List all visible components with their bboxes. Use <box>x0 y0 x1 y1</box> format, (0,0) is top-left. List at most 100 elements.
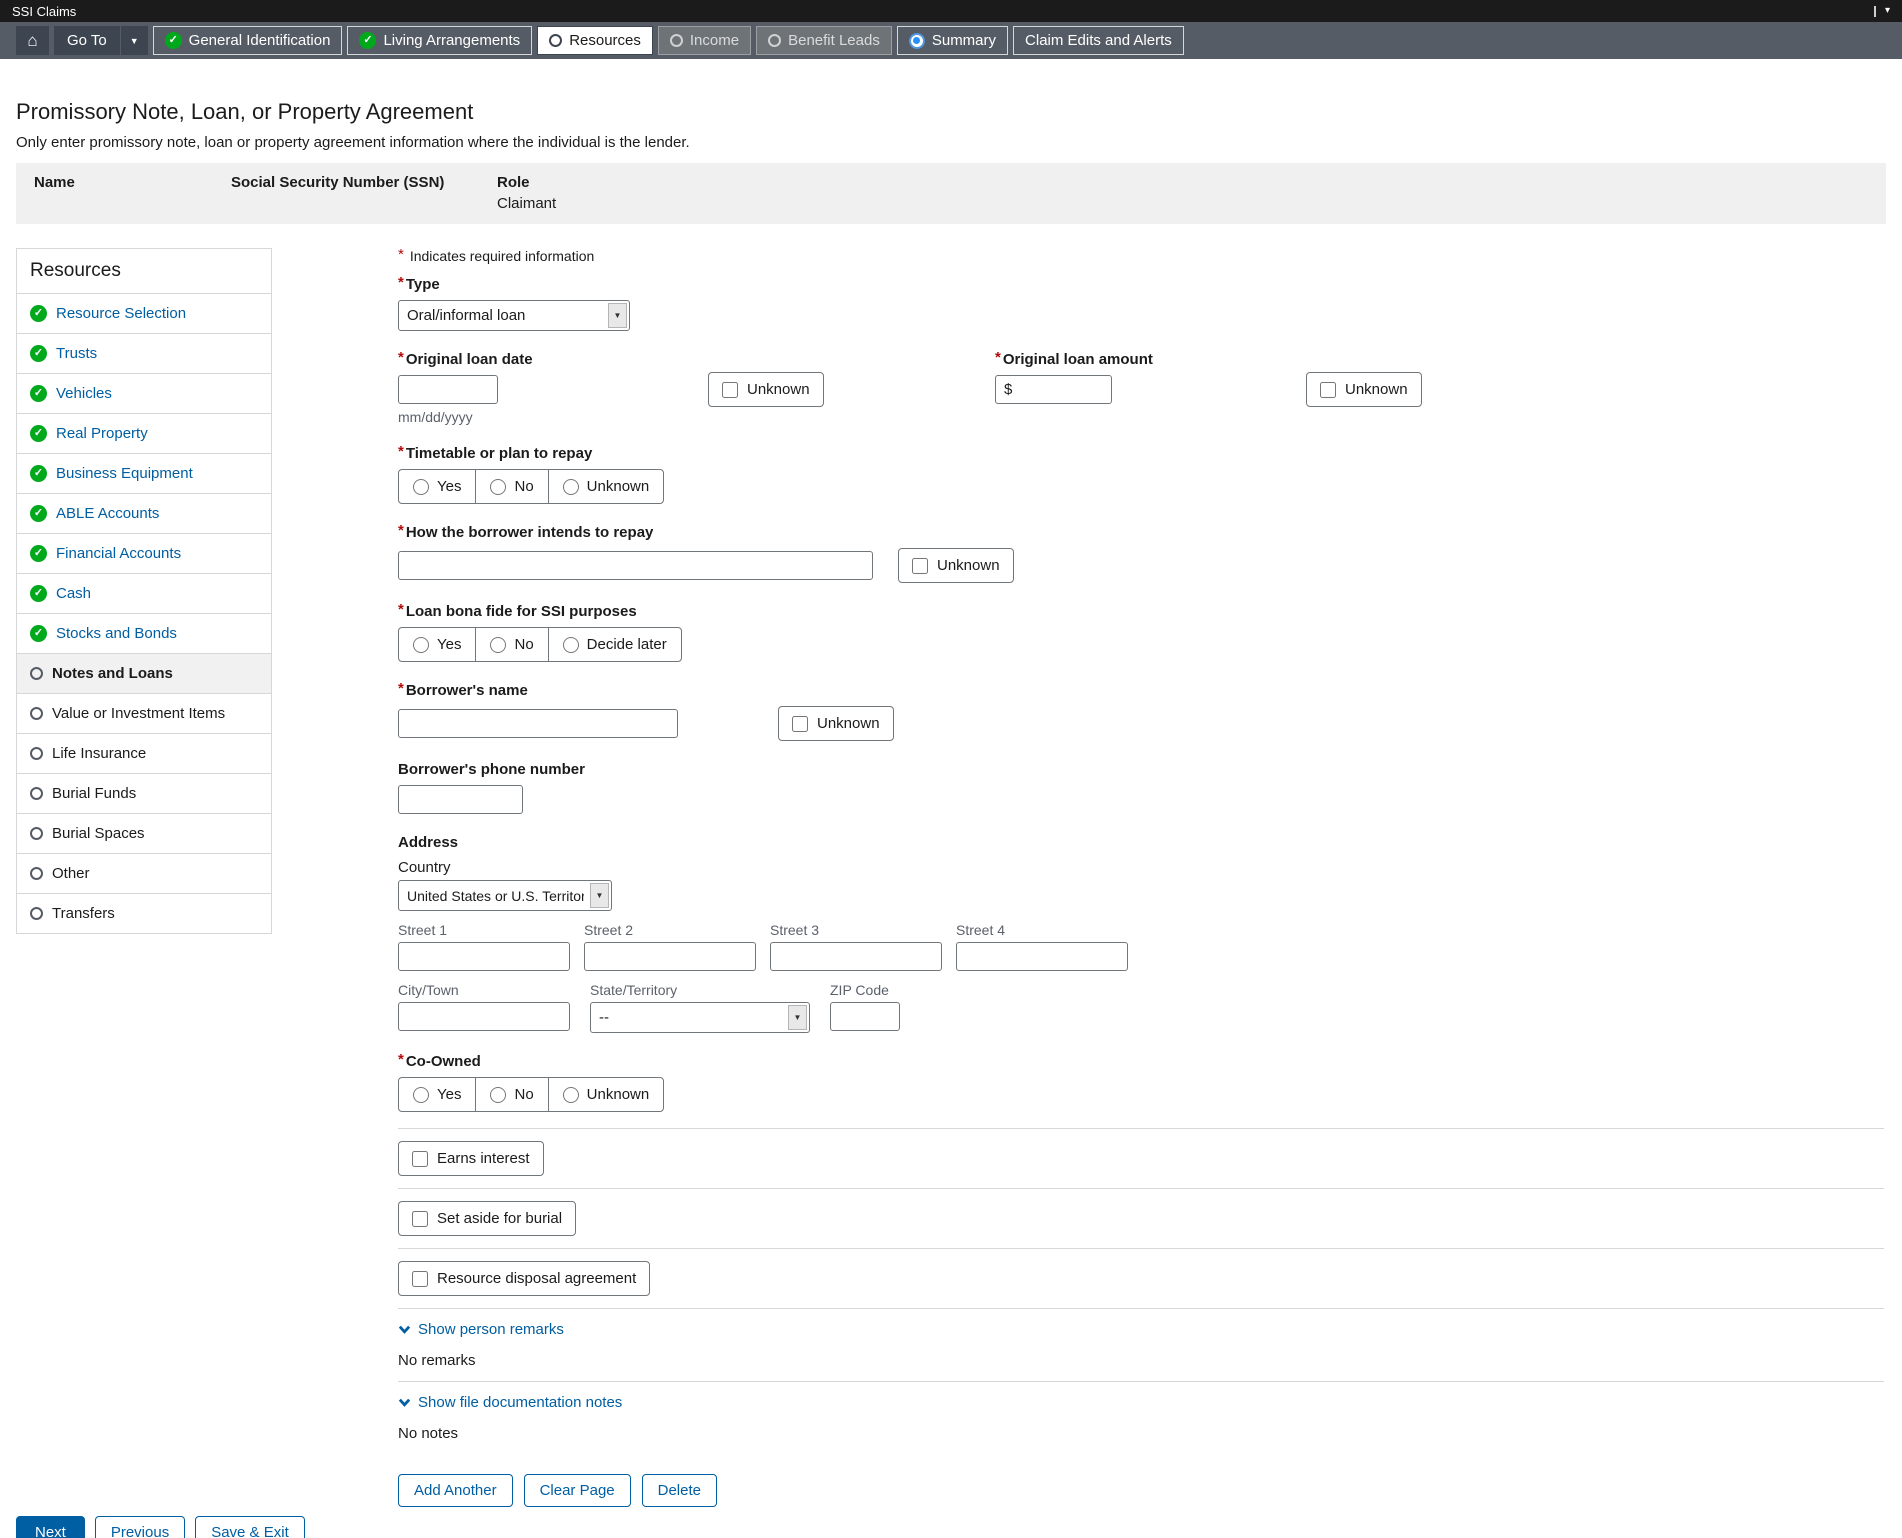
loan-amount-unknown-input[interactable] <box>1320 381 1336 398</box>
tab-claim-edits-and-alerts[interactable]: Claim Edits and Alerts <box>1013 26 1184 55</box>
tab-summary[interactable]: Summary <box>896 26 1009 55</box>
sidebar-item-cash[interactable]: ✓ Cash <box>17 573 271 613</box>
co-owned-yes-radio[interactable] <box>413 1086 429 1103</box>
previous-button[interactable]: Previous <box>94 1516 186 1538</box>
borrower-name-label: * Borrower's name <box>398 680 528 699</box>
timetable-no-radio[interactable] <box>490 478 507 495</box>
city-state-zip-row: City/Town State/Territory -- ▼ ZIP Code <box>398 982 1884 1033</box>
timetable-yes-option[interactable]: Yes <box>399 470 475 503</box>
file-notes-section: Show file documentation notes No notes <box>398 1381 1884 1454</box>
repay-unknown-input[interactable] <box>912 557 928 574</box>
show-person-remarks-toggle[interactable]: Show person remarks <box>398 1321 564 1338</box>
sidebar-item-stocks-and-bonds[interactable]: ✓ Stocks and Bonds <box>17 613 271 653</box>
earns-interest-checkbox[interactable]: Earns interest <box>398 1141 544 1176</box>
street-3-field: Street 3 <box>770 922 942 971</box>
street-1-input[interactable] <box>398 942 570 971</box>
timetable-unknown-radio[interactable] <box>562 478 579 495</box>
menu-caret-icon[interactable]: ▾ <box>1885 6 1890 16</box>
co-owned-no-option[interactable]: No <box>475 1078 547 1111</box>
timetable-no-option[interactable]: No <box>475 470 547 503</box>
state-select[interactable]: -- <box>591 1003 809 1032</box>
sidebar-item-real-property[interactable]: ✓ Real Property <box>17 413 271 453</box>
country-select[interactable]: United States or U.S. Territory <box>399 881 611 910</box>
sidebar-item-financial-accounts[interactable]: ✓ Financial Accounts <box>17 533 271 573</box>
earns-interest-input[interactable] <box>412 1150 428 1167</box>
sidebar-item-notes-and-loans[interactable]: Notes and Loans <box>17 653 271 693</box>
tab-label: General Identification <box>188 32 331 49</box>
repay-method-input[interactable] <box>398 551 873 580</box>
sidebar-item-business-equipment[interactable]: ✓ Business Equipment <box>17 453 271 493</box>
person-role-column: Role Claimant <box>497 174 556 212</box>
co-owned-unknown-option[interactable]: Unknown <box>547 1078 664 1111</box>
co-owned-no-radio[interactable] <box>490 1086 507 1103</box>
co-owned-yes-option[interactable]: Yes <box>399 1078 475 1111</box>
borrower-name-unknown-input[interactable] <box>792 715 808 732</box>
original-loan-amount-input[interactable] <box>1017 381 1103 398</box>
bona-fide-yes-radio[interactable] <box>413 636 429 653</box>
check-icon: ✓ <box>30 385 47 402</box>
co-owned-label: * Co-Owned <box>398 1051 481 1070</box>
required-asterisk: * <box>398 680 404 697</box>
circle-icon <box>30 787 43 800</box>
type-select[interactable]: Oral/informal loan <box>399 301 629 330</box>
bona-fide-yes-option[interactable]: Yes <box>399 628 475 661</box>
street-4-input[interactable] <box>956 942 1128 971</box>
borrower-name-unknown-checkbox[interactable]: Unknown <box>778 706 894 741</box>
sidebar-item-resource-selection[interactable]: ✓ Resource Selection <box>17 293 271 333</box>
timetable-unknown-option[interactable]: Unknown <box>547 470 664 503</box>
resources-sidebar: Resources ✓ Resource Selection ✓ Trusts … <box>16 248 272 934</box>
add-another-button[interactable]: Add Another <box>398 1474 513 1507</box>
loan-date-unknown-input[interactable] <box>722 381 738 398</box>
set-aside-burial-checkbox[interactable]: Set aside for burial <box>398 1201 577 1236</box>
type-field: * Type Oral/informal loan ▼ <box>398 275 1884 331</box>
next-button[interactable]: Next <box>16 1516 85 1538</box>
borrower-phone-input[interactable] <box>398 785 523 814</box>
sidebar-item-vehicles[interactable]: ✓ Vehicles <box>17 373 271 413</box>
co-owned-unknown-radio[interactable] <box>562 1086 579 1103</box>
set-aside-burial-input[interactable] <box>412 1210 428 1227</box>
show-file-notes-toggle[interactable]: Show file documentation notes <box>398 1394 622 1411</box>
loan-date-unknown-checkbox[interactable]: Unknown <box>708 372 824 407</box>
tab-resources[interactable]: Resources <box>537 26 653 55</box>
circle-icon <box>669 34 683 47</box>
check-icon: ✓ <box>359 32 377 49</box>
resource-disposal-input[interactable] <box>412 1270 428 1287</box>
person-summary-strip: Name Social Security Number (SSN) Role C… <box>16 163 1886 224</box>
resource-disposal-checkbox[interactable]: Resource disposal agreement <box>398 1261 651 1296</box>
street-2-input[interactable] <box>584 942 756 971</box>
check-icon: ✓ <box>30 505 47 522</box>
bona-fide-no-radio[interactable] <box>490 636 507 653</box>
save-exit-button[interactable]: Save & Exit <box>195 1516 305 1538</box>
street-4-label: Street 4 <box>956 922 1006 938</box>
goto-dropdown[interactable]: Go To ▼ <box>54 26 148 55</box>
sidebar-item-label: Burial Spaces <box>52 825 145 842</box>
bona-fide-decide-later-radio[interactable] <box>562 636 579 653</box>
sidebar-item-able-accounts[interactable]: ✓ ABLE Accounts <box>17 493 271 533</box>
tab-living-arrangements[interactable]: ✓ Living Arrangements <box>347 26 533 55</box>
city-input[interactable] <box>398 1002 570 1031</box>
borrower-phone-label: Borrower's phone number <box>398 761 585 778</box>
loan-amount-unknown-checkbox[interactable]: Unknown <box>1306 372 1422 407</box>
bona-fide-no-option[interactable]: No <box>475 628 547 661</box>
sidebar-item-label: Other <box>52 865 90 882</box>
checkbox-label: Unknown <box>937 557 1000 574</box>
bona-fide-decide-later-option[interactable]: Decide later <box>547 628 681 661</box>
timetable-yes-radio[interactable] <box>413 478 429 495</box>
clear-page-button[interactable]: Clear Page <box>523 1474 631 1507</box>
wizard-navigation: Next Previous Save & Exit <box>16 1516 305 1538</box>
check-icon: ✓ <box>30 425 47 442</box>
delete-button[interactable]: Delete <box>641 1474 717 1507</box>
original-loan-amount-label: * Original loan amount <box>995 349 1153 368</box>
street-3-input[interactable] <box>770 942 942 971</box>
checkbox-label: Earns interest <box>437 1150 530 1167</box>
required-asterisk: * <box>398 522 404 539</box>
zip-input[interactable] <box>830 1002 900 1031</box>
original-loan-date-input[interactable] <box>398 375 498 404</box>
home-button[interactable]: ⌂ <box>16 26 49 55</box>
goto-label: Go To <box>67 32 107 49</box>
repay-unknown-checkbox[interactable]: Unknown <box>898 548 1014 583</box>
state-select-wrap: -- ▼ <box>590 1002 810 1033</box>
tab-general-identification[interactable]: ✓ General Identification <box>152 26 343 55</box>
sidebar-item-trusts[interactable]: ✓ Trusts <box>17 333 271 373</box>
borrower-name-input[interactable] <box>398 709 678 738</box>
